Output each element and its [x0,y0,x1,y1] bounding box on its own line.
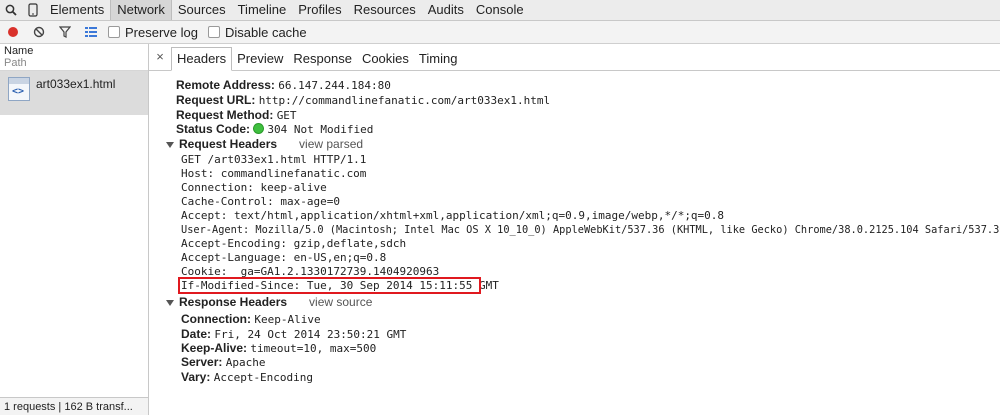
tab-response[interactable]: Response [288,48,357,70]
request-method-value: GET [276,109,297,122]
headers-panel: Remote Address: 66.147.244.184:80 Reques… [149,71,1000,415]
request-header-line: GET /art033ex1.html HTTP/1.1 [181,153,367,166]
tab-network[interactable]: Network [110,0,172,20]
response-header-value: Fri, 24 Oct 2014 23:50:21 GMT [214,328,407,341]
record-icon[interactable] [0,21,26,43]
checkbox-box[interactable] [207,26,220,38]
request-url-key: Request URL: [176,93,256,107]
request-header-line: Accept: text/html,application/xhtml+xml,… [181,209,725,222]
filter-icon[interactable] [52,21,78,43]
response-header-row: Server: Apache [181,355,265,369]
request-headers-title: Request Headers [179,137,278,151]
remote-address-value: 66.147.244.184:80 [278,79,391,92]
tab-timeline[interactable]: Timeline [232,0,293,20]
response-header-row: Keep-Alive: timeout=10, max=500 [181,341,376,355]
request-method-row: Request Method: GET [176,108,297,122]
checkbox-box[interactable] [108,26,120,38]
response-header-row: Vary: Accept-Encoding [181,370,313,384]
search-icon[interactable] [0,0,22,20]
request-list-header[interactable]: Name Path [0,44,148,71]
clear-icon[interactable] [26,21,52,43]
remote-address-key: Remote Address: [176,78,275,92]
status-code-row: Status Code: 304 Not Modified [176,122,373,136]
expand-triangle-icon[interactable] [166,141,174,148]
tab-headers[interactable]: Headers [171,47,233,71]
path-column-header: Path [4,57,27,69]
request-header-line: Accept-Language: en-US,en;q=0.8 [181,251,387,264]
request-headers-section[interactable]: Request Headers view parsed [166,137,363,151]
response-header-row: Date: Fri, 24 Oct 2014 23:50:21 GMT [181,327,406,341]
response-headers-section[interactable]: Response Headers view source [166,295,372,309]
response-header-key: Server: [181,355,223,369]
list-view-icon[interactable] [78,21,104,43]
response-header-value: Apache [225,356,266,369]
status-summary: 1 requests | 162 B transf... [0,397,148,415]
response-header-key: Connection: [181,312,251,326]
preserve-log-checkbox[interactable]: Preserve log [108,25,198,40]
tab-elements[interactable]: Elements [44,0,110,20]
response-header-key: Vary: [181,370,211,384]
request-header-line: User-Agent: Mozilla/5.0 (Macintosh; Inte… [181,224,1000,236]
view-parsed-link[interactable]: view parsed [299,137,363,151]
network-toolbar: Preserve log Disable cache [0,21,1000,44]
request-list: Name Path <> art033ex1.html 1 requests |… [0,44,149,415]
view-source-link[interactable]: view source [309,295,372,309]
request-name: art033ex1.html [36,77,116,91]
status-code-key: Status Code: [176,122,251,136]
response-headers-title: Response Headers [179,295,288,309]
status-ok-icon [253,123,265,134]
tab-resources[interactable]: Resources [348,0,422,20]
response-header-value: timeout=10, max=500 [250,342,377,355]
response-header-key: Date: [181,327,212,341]
highlight-box [178,277,481,294]
device-mode-icon[interactable] [22,0,44,20]
request-row[interactable]: <> art033ex1.html [0,71,148,115]
name-column-header[interactable]: Name [4,44,148,57]
expand-triangle-icon[interactable] [166,299,174,306]
tab-profiles[interactable]: Profiles [292,0,347,20]
html-file-icon: <> [8,77,30,101]
close-icon[interactable]: × [149,44,171,70]
preserve-log-label: Preserve log [125,24,198,40]
request-header-line: Host: commandlinefanatic.com [181,167,367,180]
request-header-line: Accept-Encoding: gzip,deflate,sdch [181,237,407,250]
request-header-line: Connection: keep-alive [181,181,327,194]
tab-sources[interactable]: Sources [172,0,232,20]
disable-cache-label: Disable cache [224,24,307,40]
response-header-value: Keep-Alive [254,313,321,326]
request-url-value: http://commandlinefanatic.com/art033ex1.… [258,94,551,107]
request-method-key: Request Method: [176,108,274,122]
request-header-line: Cache-Control: max-age=0 [181,195,340,208]
response-header-key: Keep-Alive: [181,341,248,355]
request-url-row: Request URL: http://commandlinefanatic.c… [176,93,550,107]
tab-audits[interactable]: Audits [422,0,470,20]
tab-preview[interactable]: Preview [232,48,288,70]
response-header-value: Accept-Encoding [213,371,314,384]
tab-cookies[interactable]: Cookies [357,48,414,70]
disable-cache-checkbox[interactable]: Disable cache [207,24,307,40]
detail-tab-bar: × Headers Preview Response Cookies Timin… [149,44,1000,71]
response-header-row: Connection: Keep-Alive [181,312,321,326]
devtools-tab-bar: Elements Network Sources Timeline Profil… [0,0,1000,21]
tab-timing[interactable]: Timing [414,48,463,70]
tab-console[interactable]: Console [470,0,530,20]
remote-address-row: Remote Address: 66.147.244.184:80 [176,78,391,92]
status-code-value: 304 Not Modified [267,123,374,136]
